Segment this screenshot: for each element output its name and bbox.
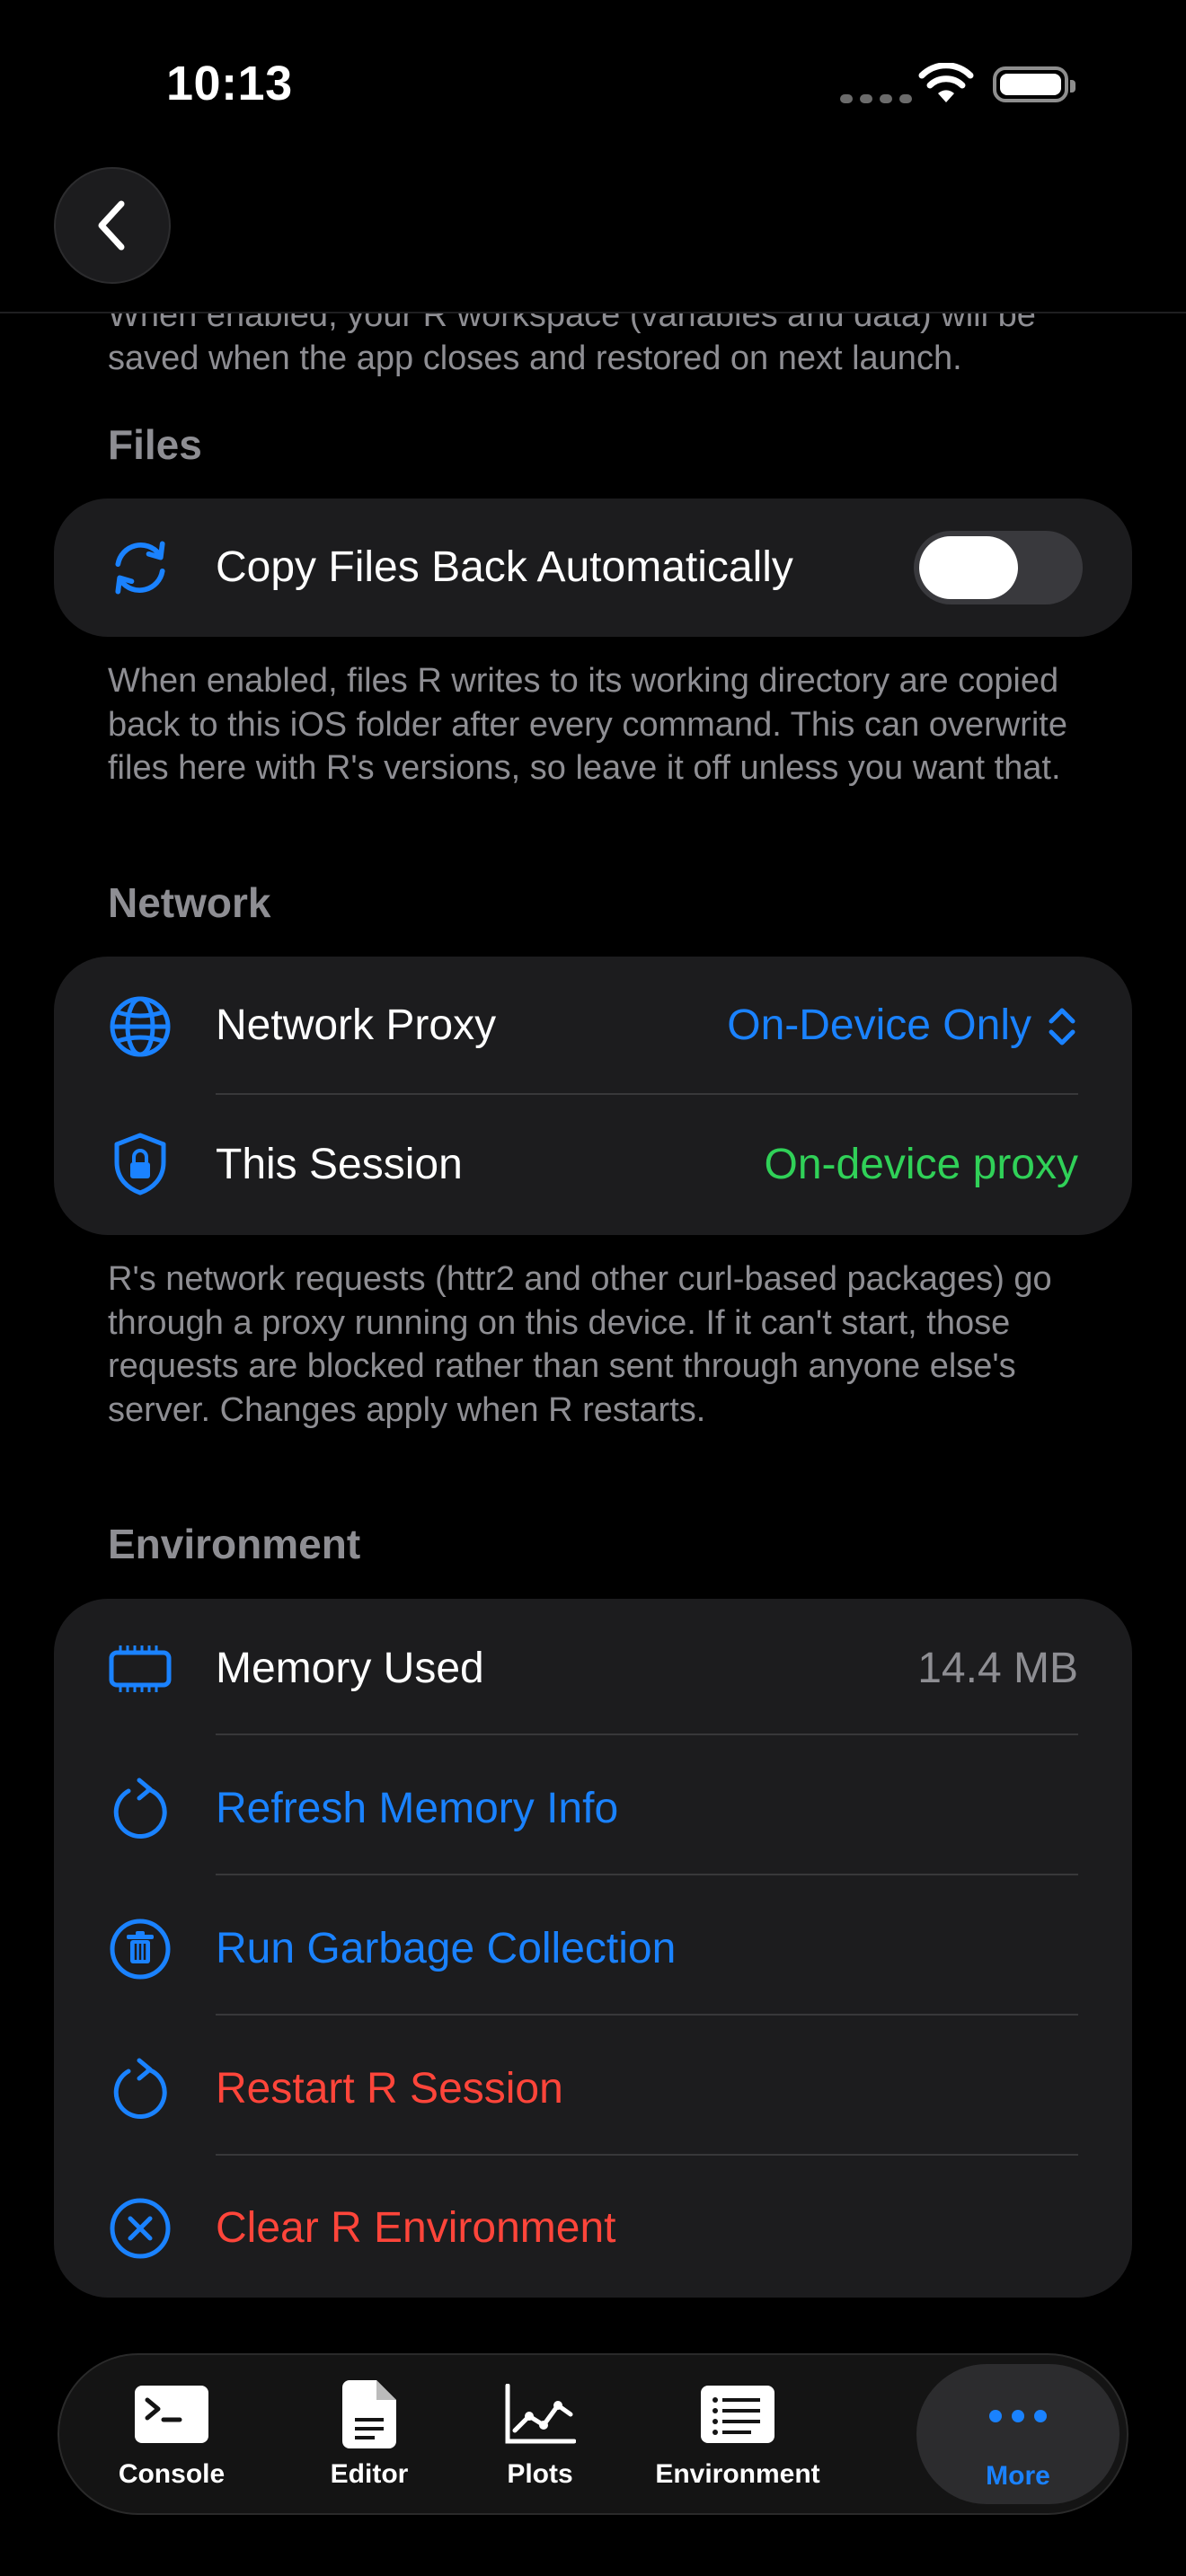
shield-lock-icon [106,1130,174,1198]
files-card: Copy Files Back Automatically [54,498,1132,637]
status-time: 10:13 [166,57,293,110]
this-session-value: On-device proxy [764,1141,1078,1188]
tab-environment-label: Environment [655,2459,820,2489]
tab-plots-label: Plots [507,2459,573,2489]
tab-more-label: More [986,2461,1050,2491]
clear-environment-row[interactable]: Clear R Environment [54,2159,1132,2298]
list-icon [697,2380,778,2448]
network-card: Network Proxy On-Device Only This Sessio… [54,957,1132,1235]
tab-editor-label: Editor [330,2459,409,2489]
copy-files-back-row[interactable]: Copy Files Back Automatically [54,498,1132,637]
garbage-collection-row[interactable]: Run Garbage Collection [54,1879,1132,2019]
refresh-memory-row[interactable]: Refresh Memory Info [54,1739,1132,1879]
line-chart-icon [500,2380,580,2448]
refresh-memory-button[interactable]: Refresh Memory Info [216,1782,618,1836]
tab-plots[interactable]: Plots [455,2355,625,2513]
sync-icon [106,534,174,602]
memory-used-value: 14.4 MB [917,1645,1078,1692]
memory-used-label: Memory Used [216,1645,484,1692]
cellular-signal-icon [840,94,912,103]
run-garbage-collection-button[interactable]: Run Garbage Collection [216,1922,676,1976]
restart-r-session-button[interactable]: Restart R Session [216,2062,563,2116]
xmark-circle-icon [106,2194,174,2263]
tab-console-label: Console [118,2459,226,2489]
copy-files-back-label: Copy Files Back Automatically [216,543,793,591]
tab-bar: Console Editor Plots Environment More [58,2353,1128,2515]
tab-more[interactable]: More [916,2364,1120,2504]
row-divider [216,2154,1078,2156]
clear-r-environment-button[interactable]: Clear R Environment [216,2201,616,2255]
tab-environment[interactable]: Environment [625,2355,850,2513]
wifi-icon [918,63,974,102]
this-session-label: This Session [216,1141,463,1188]
trash-circle-icon [106,1915,174,1983]
terminal-icon [131,2380,212,2448]
chevron-up-down-icon [1049,1008,1075,1045]
chevron-left-icon [98,200,125,251]
files-section-title: Files [108,421,202,468]
this-session-row: This Session On-device proxy [54,1096,1132,1235]
back-button[interactable] [54,167,171,284]
network-proxy-label: Network Proxy [216,1001,497,1049]
environment-card: Memory Used 14.4 MB Refresh Memory Info [54,1599,1132,2298]
ellipsis-icon [978,2382,1058,2450]
restart-icon [106,2055,174,2123]
workspace-hint-clip: When enabled, your R workspace (variable… [0,313,1186,376]
globe-icon [106,992,174,1061]
network-footnote: R's network requests (httr2 and other cu… [108,1260,1052,1429]
network-section-title: Network [108,879,271,926]
memory-chip-icon [106,1635,174,1703]
copy-files-back-toggle[interactable] [914,531,1083,604]
workspace-hint-text: When enabled, your R workspace (variable… [108,313,1036,376]
environment-section-title: Environment [108,1521,361,1567]
row-divider [216,1734,1078,1735]
refresh-icon [106,1775,174,1843]
battery-icon [993,66,1075,102]
memory-used-row: Memory Used 14.4 MB [54,1599,1132,1739]
row-divider [216,1874,1078,1875]
network-proxy-row[interactable]: Network Proxy On-Device Only [54,957,1132,1096]
files-footnote: When enabled, files R writes to its work… [108,662,1067,787]
tab-console[interactable]: Console [59,2355,284,2513]
document-icon [329,2380,410,2448]
restart-session-row[interactable]: Restart R Session [54,2019,1132,2159]
network-proxy-value: On-Device Only [727,1001,1031,1049]
row-divider [216,1093,1078,1095]
tab-editor[interactable]: Editor [284,2355,455,2513]
row-divider [216,2014,1078,2016]
